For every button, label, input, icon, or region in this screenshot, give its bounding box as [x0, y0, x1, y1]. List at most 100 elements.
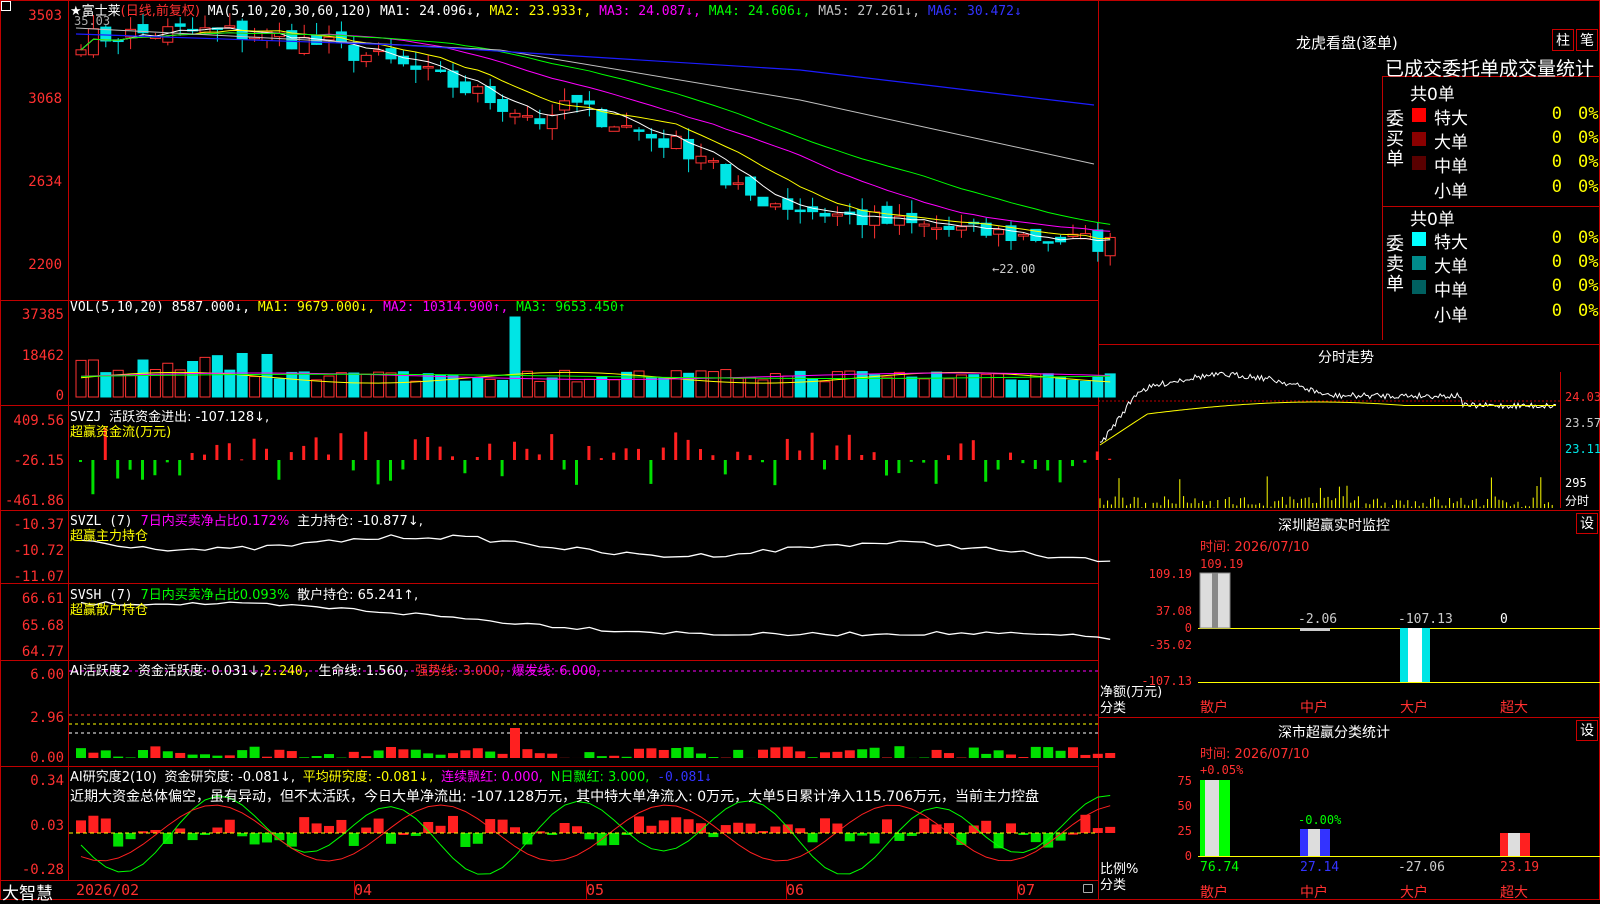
candle-body-73: [981, 223, 991, 235]
candle-body-35: [510, 113, 520, 117]
classify-pct-1: +0.05%: [1200, 763, 1243, 777]
ai2-ytick-3: -0.28: [2, 862, 64, 878]
ma-params: MA(5,10,20,30,60,120): [208, 4, 372, 19]
ai2-bar-56: [770, 827, 780, 833]
svzj-bar-26: [401, 460, 404, 469]
candle-body-46: [646, 134, 656, 137]
monitor-val-1: 109.19: [1200, 557, 1243, 571]
svsh-sub: 超赢散户持仓: [70, 599, 148, 618]
low-price-label: ←22.00: [992, 262, 1035, 276]
ai1-bar-66: [894, 746, 904, 758]
vol-bar-16: [274, 379, 284, 397]
monitor-val-4: 0: [1500, 612, 1508, 627]
candle-body-40: [572, 95, 582, 102]
ai2-bar-34: [498, 820, 508, 833]
ai2-label: AI研究度2(10): [70, 770, 157, 785]
candle-body-57: [783, 199, 793, 210]
ai1-bar-7: [163, 751, 173, 758]
app-name[interactable]: 大智慧: [2, 879, 53, 904]
ai1-t4: 强势线: 3.000,: [415, 664, 504, 679]
ai2-bar-47: [659, 820, 669, 833]
ai1-bar-18: [299, 757, 309, 758]
vol-bar-4: [126, 375, 136, 397]
ai1-label: AI活跃度2: [70, 664, 130, 679]
ai1-bar-55: [758, 750, 768, 758]
svzj-bar-58: [798, 450, 801, 460]
ma3-line: [81, 33, 1110, 232]
ma3-value: MA3: 24.087↓,: [599, 4, 701, 19]
ai1-bar-38: [547, 754, 557, 758]
ai1-bar-34: [498, 754, 508, 758]
vol-bar-24: [374, 372, 384, 397]
monitor-bar-retail-shade: [1212, 573, 1218, 628]
classify-time: 时间: 2026/07/10: [1200, 743, 1309, 762]
monitor-cat-4: 超大: [1500, 697, 1528, 717]
svsh-text: 散户持仓: 65.241↑,: [297, 588, 418, 603]
svzj-ytick-3: -461.86: [2, 493, 64, 509]
svzj-bar-79: [1059, 460, 1062, 482]
svzj-bar-37: [538, 454, 541, 460]
buy-side-label: 委买单: [1386, 110, 1404, 170]
vol-bar-33: [485, 379, 495, 397]
ai2-bar-60: [820, 818, 830, 833]
lock-icon[interactable]: [1083, 884, 1093, 893]
xaxis-label-5: 07: [1017, 881, 1035, 899]
ai1-ytick-1: 6.00: [2, 667, 64, 683]
vol-bar-67: [907, 377, 917, 397]
ai1-bar-61: [832, 752, 842, 758]
ai1-bar-32: [473, 748, 483, 758]
monitor-ytick-3: 0: [1130, 621, 1192, 635]
svzj-bar-19: [315, 437, 318, 460]
monitor-settings-button[interactable]: 设: [1576, 513, 1598, 534]
lhb-tick-button[interactable]: 笔: [1576, 29, 1598, 51]
chart-mode: (日线,前复权): [121, 4, 200, 19]
monitor-ytick-2: 37.08: [1130, 604, 1192, 618]
svzj-bar-31: [463, 460, 466, 473]
vol-bar-11: [212, 356, 222, 397]
monitor-bar-large-shade: [1408, 628, 1422, 682]
candle-body-76: [1018, 234, 1028, 236]
svzj-bar-62: [848, 435, 851, 460]
classify-settings-button[interactable]: 设: [1576, 720, 1598, 741]
svzj-bar-22: [352, 460, 355, 470]
ai1-bar-62: [845, 750, 855, 758]
vol-bar-6: [150, 369, 160, 397]
intraday-avg-line: [1100, 402, 1556, 445]
main-ytick-1: 3503: [2, 8, 62, 24]
sell-row-s: 小单00%: [1408, 301, 1600, 325]
ma6-value: MA6: 30.472↓: [928, 4, 1022, 19]
ai2-bar-45: [634, 816, 644, 833]
ai2-bar-4: [126, 833, 136, 839]
ai1-bar-13: [237, 750, 247, 758]
ai2-bar-81: [1080, 815, 1090, 833]
ai2-bar-2: [101, 818, 111, 833]
vol-bar-22: [349, 373, 359, 397]
candle-body-52: [721, 164, 731, 184]
svzj-bar-68: [922, 460, 925, 463]
ai2-bar-25: [386, 833, 396, 844]
svzj-bar-33: [488, 444, 491, 460]
vol-bar-37: [535, 381, 545, 397]
candle-body-36: [522, 116, 532, 118]
ma4-line: [81, 33, 1110, 225]
vol-bar-39: [560, 370, 570, 397]
ai1-bar-0: [76, 748, 86, 758]
svzj-bar-51: [711, 455, 714, 460]
vol-bar-65: [882, 377, 892, 397]
classify-bar-mid-shade: [1308, 829, 1320, 856]
ai2-bar-32: [473, 833, 483, 844]
candle-body-65: [882, 206, 892, 223]
ma5-line: [76, 28, 1094, 164]
candle-body-60: [820, 213, 830, 216]
ma2-line: [81, 30, 1110, 238]
lhb-bar-button[interactable]: 柱: [1552, 29, 1574, 51]
monitor-cat-2: 中户: [1300, 697, 1328, 717]
ai1-bar-29: [436, 755, 446, 758]
chart-canvas[interactable]: [0, 0, 1600, 900]
candle-body-63: [857, 210, 867, 225]
ai2-bar-83: [1105, 827, 1115, 833]
svzj-bar-21: [339, 433, 342, 460]
vol-bar-50: [696, 371, 706, 397]
svzj-bar-65: [885, 460, 888, 476]
xaxis-label-4: 06: [786, 881, 804, 899]
